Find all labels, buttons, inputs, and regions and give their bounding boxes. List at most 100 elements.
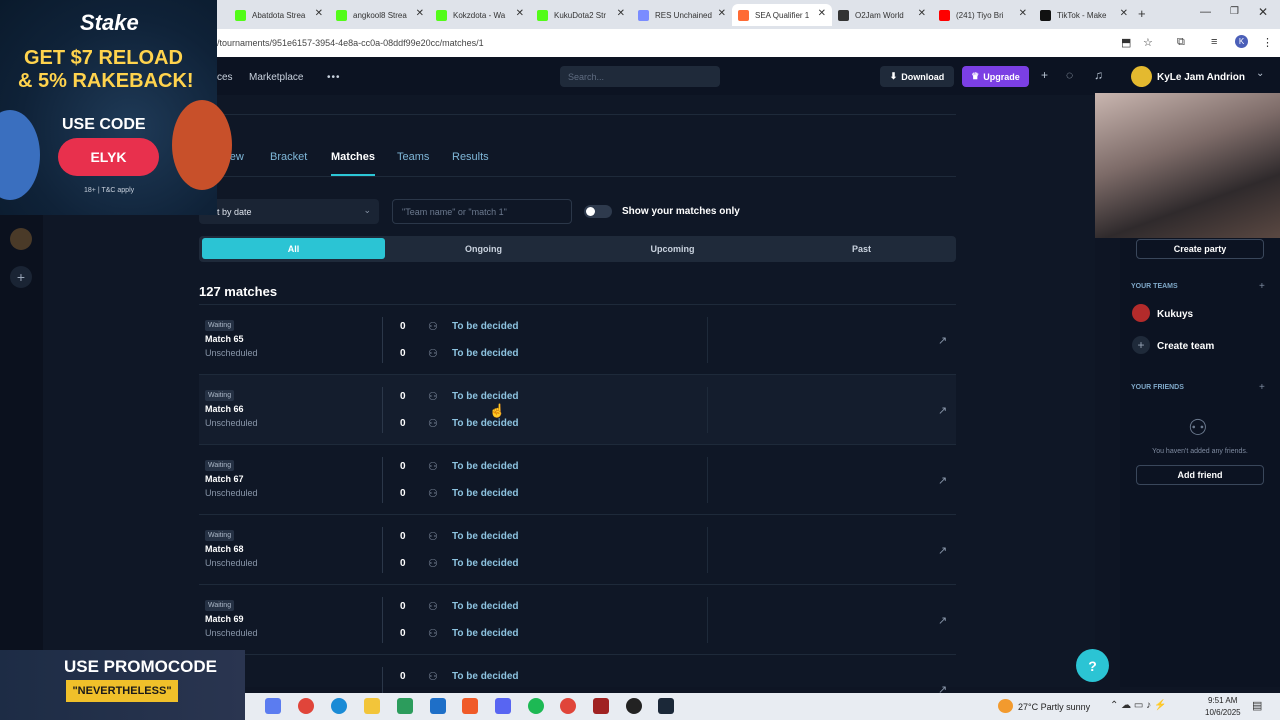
close-tab-icon[interactable]: ✕ — [818, 8, 826, 19]
brave-icon[interactable] — [462, 698, 478, 714]
table-row[interactable]: 0 ⚇ To be decided ↗ — [199, 654, 956, 696]
create-party-button[interactable]: Create party — [1136, 239, 1264, 259]
table-row[interactable]: Waiting Match 69 Unscheduled 0 ⚇ To be d… — [199, 584, 956, 654]
close-tab-icon[interactable]: ✕ — [1120, 8, 1128, 19]
avatar[interactable] — [1131, 66, 1152, 87]
community-icon[interactable] — [10, 228, 32, 250]
external-link-icon[interactable]: ↗ — [938, 334, 947, 347]
url-field[interactable]: /tournaments/951e6157-3954-4e8a-cc0a-08d… — [217, 38, 484, 48]
browser-tab[interactable]: Kokzdota - Wa ✕ — [430, 4, 530, 26]
filter-all[interactable]: All — [202, 238, 385, 259]
table-row[interactable]: Waiting Match 65 Unscheduled 0 ⚇ To be d… — [199, 304, 956, 374]
star-icon[interactable]: ☆ — [1143, 36, 1153, 49]
external-link-icon[interactable]: ↗ — [938, 614, 947, 627]
close-tab-icon[interactable]: ✕ — [918, 8, 926, 19]
browser-tab[interactable]: O2Jam World ✕ — [832, 4, 932, 26]
help-button[interactable]: ? — [1076, 649, 1109, 682]
team1-name: To be decided — [452, 531, 519, 542]
store-icon[interactable] — [397, 698, 413, 714]
chevron-down-icon[interactable]: ⌄ — [1256, 68, 1264, 79]
tab-favicon-icon — [939, 9, 950, 21]
nav-link-marketplace[interactable]: Marketplace — [249, 72, 303, 83]
external-link-icon[interactable]: ↗ — [938, 474, 947, 487]
browser-tab[interactable]: Abatdota Strea ✕ — [229, 4, 329, 26]
outlook-icon[interactable] — [430, 698, 446, 714]
table-row[interactable]: Waiting Match 68 Unscheduled 0 ⚇ To be d… — [199, 514, 956, 584]
obs-icon[interactable] — [626, 698, 642, 714]
add-friend-icon[interactable]: + — [1259, 382, 1265, 393]
sort-select[interactable]: ort by date ⌄ — [199, 199, 379, 224]
close-tab-icon[interactable]: ✕ — [315, 8, 323, 19]
table-row[interactable]: Waiting Match 67 Unscheduled 0 ⚇ To be d… — [199, 444, 956, 514]
add-community-icon[interactable]: + — [10, 266, 32, 288]
team1-score: 0 — [400, 531, 406, 542]
filter-past[interactable]: Past — [770, 238, 953, 259]
clock-time[interactable]: 9:51 AM — [1208, 696, 1237, 705]
username[interactable]: KyLe Jam Andrion — [1157, 72, 1245, 83]
team1-score: 0 — [400, 671, 406, 682]
spotify-icon[interactable] — [528, 698, 544, 714]
close-tab-icon[interactable]: ✕ — [416, 8, 424, 19]
chrome-icon[interactable] — [298, 698, 314, 714]
team-search-input[interactable]: "Team name" or "match 1" — [392, 199, 572, 224]
browser-tab[interactable]: TikTok - Make ✕ — [1034, 4, 1134, 26]
clock-date[interactable]: 10/6/2025 — [1205, 708, 1241, 717]
add-friend-button[interactable]: Add friend — [1136, 465, 1264, 485]
ad-promo-code: "NEVERTHELESS" — [66, 680, 178, 702]
browser-tab[interactable]: KukuDota2 Str ✕ — [531, 4, 631, 26]
chrome-active-icon[interactable] — [560, 698, 576, 714]
close-window-button[interactable]: ✕ — [1258, 5, 1268, 19]
discord-icon[interactable] — [495, 698, 511, 714]
tab-bracket[interactable]: Bracket — [270, 151, 307, 163]
add-team-icon[interactable]: + — [1259, 281, 1265, 292]
browser-tab[interactable]: (241) Tiyo Bri ✕ — [933, 4, 1033, 26]
restore-button[interactable]: ❐ — [1230, 6, 1239, 17]
search-input[interactable]: Search... — [560, 66, 720, 87]
team1-name: To be decided — [452, 321, 519, 332]
install-icon[interactable]: ⬒ — [1121, 36, 1131, 49]
upgrade-button[interactable]: ♛ Upgrade — [962, 66, 1029, 87]
dota-icon[interactable] — [593, 698, 609, 714]
nav-link-partial[interactable]: ces — [217, 72, 233, 83]
extensions-icon[interactable]: ⧉ — [1177, 36, 1185, 49]
more-menu-icon[interactable]: ••• — [327, 72, 341, 83]
reading-list-icon[interactable]: ≡ — [1211, 36, 1217, 48]
close-tab-icon[interactable]: ✕ — [617, 8, 625, 19]
team1-name: To be decided — [452, 461, 519, 472]
copilot-icon[interactable] — [265, 698, 281, 714]
table-row[interactable]: Waiting Match 66 Unscheduled 0 ⚇ To be d… — [199, 374, 956, 444]
weather-text[interactable]: 27°C Partly sunny — [1018, 702, 1090, 712]
edge-icon[interactable] — [331, 698, 347, 714]
filter-upcoming[interactable]: Upcoming — [581, 238, 764, 259]
create-team-link[interactable]: Create team — [1157, 341, 1214, 352]
menu-icon[interactable]: ⋮ — [1262, 36, 1273, 49]
close-tab-icon[interactable]: ✕ — [516, 8, 524, 19]
external-link-icon[interactable]: ↗ — [938, 544, 947, 557]
download-button[interactable]: ⬇ Download — [880, 66, 954, 87]
notifications-icon[interactable]: ▤ — [1252, 699, 1262, 712]
tab-matches[interactable]: Matches — [331, 151, 375, 163]
close-tab-icon[interactable]: ✕ — [718, 8, 726, 19]
browser-tab[interactable]: SEA Qualifier 1 ✕ — [732, 4, 832, 26]
show-mine-toggle[interactable] — [584, 205, 612, 218]
external-link-icon[interactable]: ↗ — [938, 404, 947, 417]
steam-icon[interactable] — [658, 698, 674, 714]
browser-tab[interactable]: angkool8 Strea ✕ — [330, 4, 430, 26]
create-team-icon[interactable]: + — [1132, 336, 1150, 354]
new-tab-button[interactable]: + — [1138, 6, 1146, 21]
close-tab-icon[interactable]: ✕ — [1019, 8, 1027, 19]
profile-icon[interactable]: K — [1235, 35, 1248, 48]
add-icon[interactable]: + — [1041, 68, 1048, 82]
team2-score: 0 — [400, 558, 406, 569]
minimize-button[interactable]: — — [1200, 6, 1211, 18]
chat-icon[interactable]: ◌ — [1066, 68, 1073, 82]
bell-icon[interactable]: ♫ — [1094, 68, 1103, 82]
browser-tab[interactable]: RES Unchained ✕ — [632, 4, 732, 26]
team-name[interactable]: Kukuys — [1157, 309, 1193, 320]
tab-teams[interactable]: Teams — [397, 151, 429, 163]
match-name: Match 69 — [205, 614, 244, 624]
filter-ongoing[interactable]: Ongoing — [392, 238, 575, 259]
tab-results[interactable]: Results — [452, 151, 489, 163]
folder-icon[interactable] — [364, 698, 380, 714]
system-tray-icons[interactable]: ⌃ ☁ ▭ ♪ ⚡ — [1110, 700, 1166, 711]
